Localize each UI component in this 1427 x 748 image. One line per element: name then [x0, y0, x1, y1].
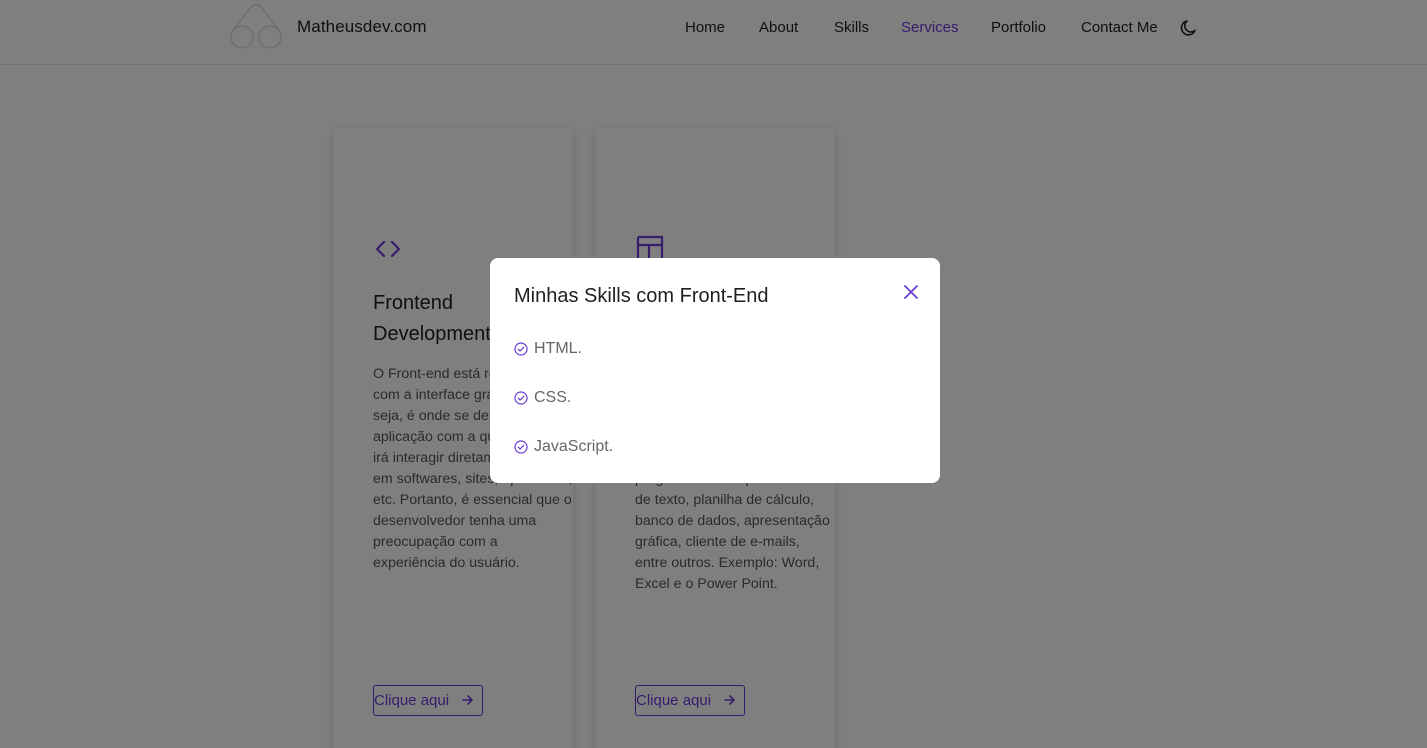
close-icon[interactable]: [904, 285, 918, 299]
skill-label: JavaScript.: [534, 438, 614, 455]
skills-modal: Minhas Skills com Front-End HTML. CSS. J…: [490, 258, 940, 483]
skill-label: CSS.: [534, 389, 572, 406]
check-circle-icon: [514, 391, 528, 405]
modal-title: Minhas Skills com Front-End: [514, 285, 769, 307]
check-circle-icon: [514, 342, 528, 356]
skill-label: HTML.: [534, 340, 582, 357]
check-circle-icon: [514, 440, 528, 454]
